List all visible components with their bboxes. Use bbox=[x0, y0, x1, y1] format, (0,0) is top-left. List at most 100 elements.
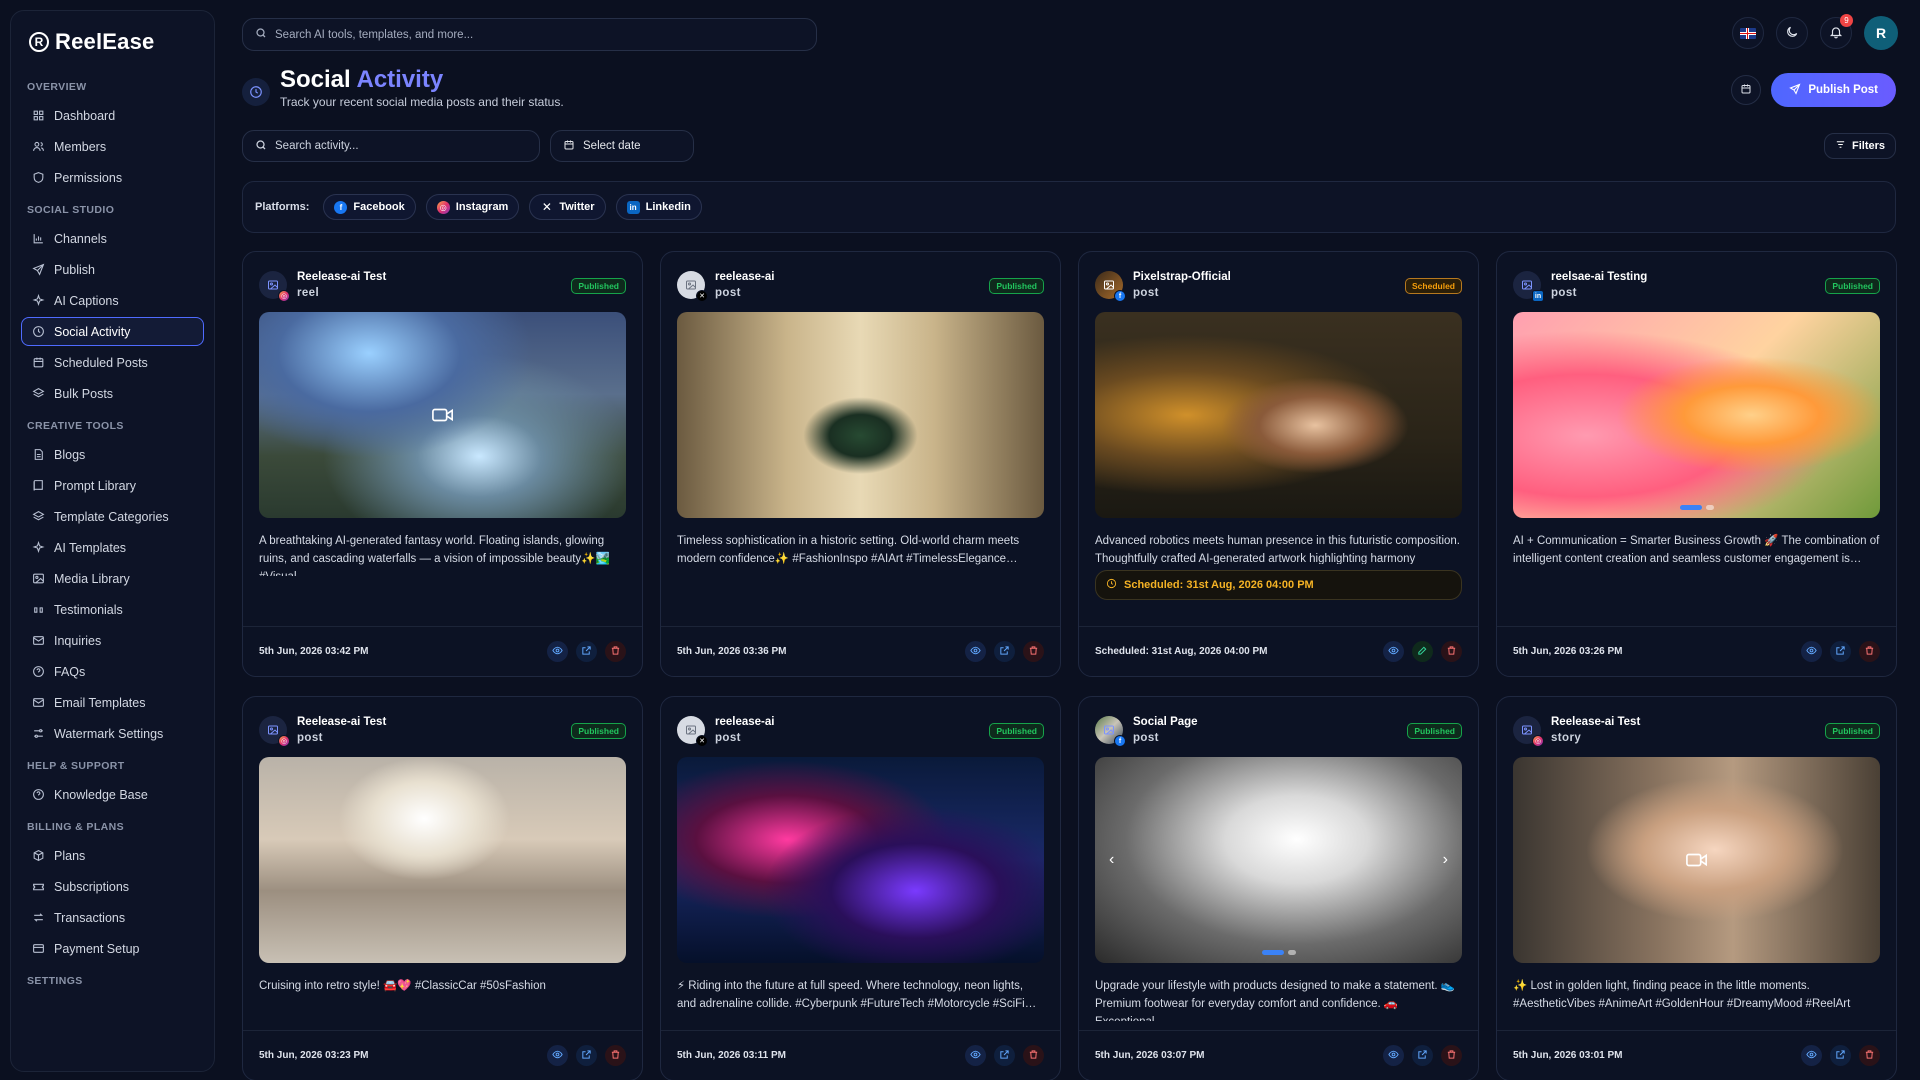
activity-search-input[interactable]: Search activity... bbox=[242, 130, 540, 162]
view-post-button[interactable] bbox=[547, 1045, 568, 1066]
platform-chip-instagram[interactable]: ◎ Instagram bbox=[425, 194, 520, 220]
carousel-dots[interactable] bbox=[1679, 505, 1714, 510]
edit-post-button[interactable] bbox=[1412, 641, 1433, 662]
filters-button[interactable]: Filters bbox=[1823, 133, 1896, 159]
theme-toggle-button[interactable] bbox=[1776, 17, 1808, 49]
send-icon bbox=[1789, 83, 1801, 98]
global-search[interactable]: Search AI tools, templates, and more... bbox=[242, 18, 817, 51]
sidebar-item-prompt-library[interactable]: Prompt Library bbox=[21, 471, 204, 500]
carousel-dots[interactable] bbox=[1261, 950, 1296, 955]
account-avatar: in bbox=[1513, 271, 1544, 302]
view-post-button[interactable] bbox=[965, 641, 986, 662]
post-media[interactable] bbox=[259, 312, 626, 518]
open-post-button[interactable] bbox=[1830, 641, 1851, 662]
account-name: Reelease-ai Test bbox=[297, 271, 387, 283]
view-post-button[interactable] bbox=[547, 641, 568, 662]
sidebar-item-channels[interactable]: Channels bbox=[21, 224, 204, 253]
sidebar-item-testimonials[interactable]: Testimonials bbox=[21, 595, 204, 624]
sidebar-item-ai-templates[interactable]: AI Templates bbox=[21, 533, 204, 562]
sidebar-item-transactions[interactable]: Transactions bbox=[21, 903, 204, 932]
delete-post-button[interactable] bbox=[1441, 641, 1462, 662]
open-post-button[interactable] bbox=[1830, 1045, 1851, 1066]
open-post-button[interactable] bbox=[994, 1045, 1015, 1066]
sidebar-item-email-templates[interactable]: Email Templates bbox=[21, 688, 204, 717]
sidebar-item-inquiries[interactable]: Inquiries bbox=[21, 626, 204, 655]
post-media[interactable] bbox=[677, 757, 1044, 963]
sidebar-item-ai-captions[interactable]: AI Captions bbox=[21, 286, 204, 315]
external-link-icon bbox=[1417, 1048, 1428, 1063]
view-post-button[interactable] bbox=[1801, 1045, 1822, 1066]
publish-post-label: Publish Post bbox=[1808, 84, 1878, 96]
users-icon bbox=[32, 140, 45, 153]
date-picker[interactable]: Select date bbox=[550, 130, 694, 162]
platform-filter-bar: Platforms: f Facebook ◎ Instagram ✕ Twit… bbox=[242, 181, 1896, 233]
account-avatar: f bbox=[1095, 271, 1126, 302]
status-badge: Published bbox=[571, 278, 626, 294]
view-post-button[interactable] bbox=[1801, 641, 1822, 662]
post-caption: A breathtaking AI-generated fantasy worl… bbox=[259, 535, 610, 576]
sidebar-item-dashboard[interactable]: Dashboard bbox=[21, 101, 204, 130]
sidebar-item-publish[interactable]: Publish bbox=[21, 255, 204, 284]
sidebar-item-label: AI Templates bbox=[54, 540, 127, 555]
post-actions bbox=[547, 641, 626, 662]
post-media[interactable] bbox=[677, 312, 1044, 518]
sidebar-item-subscriptions[interactable]: Subscriptions bbox=[21, 872, 204, 901]
platform-chip-facebook[interactable]: f Facebook bbox=[323, 194, 416, 220]
delete-post-button[interactable] bbox=[1023, 641, 1044, 662]
view-post-button[interactable] bbox=[1383, 1045, 1404, 1066]
chevron-right-icon[interactable]: › bbox=[1443, 851, 1448, 869]
open-post-button[interactable] bbox=[994, 641, 1015, 662]
search-icon bbox=[255, 27, 267, 42]
delete-post-button[interactable] bbox=[605, 1045, 626, 1066]
trash-icon bbox=[1864, 1048, 1875, 1063]
post-media[interactable] bbox=[1513, 312, 1880, 518]
calendar-button[interactable] bbox=[1731, 75, 1762, 105]
delete-post-button[interactable] bbox=[1859, 641, 1880, 662]
post-caption: Upgrade your lifestyle with products des… bbox=[1095, 980, 1456, 1021]
sidebar-item-template-categories[interactable]: Template Categories bbox=[21, 502, 204, 531]
language-button[interactable] bbox=[1732, 17, 1764, 49]
publish-post-button[interactable]: Publish Post bbox=[1771, 73, 1896, 107]
sidebar-item-plans[interactable]: Plans bbox=[21, 841, 204, 870]
chart-icon bbox=[32, 232, 45, 245]
view-post-button[interactable] bbox=[1383, 641, 1404, 662]
sidebar-nav: OVERVIEW Dashboard Members Permissions SOCIA… bbox=[21, 71, 204, 993]
status-badge: Published bbox=[1407, 723, 1462, 739]
facebook-icon: f bbox=[334, 200, 348, 214]
sidebar-item-faqs[interactable]: FAQs bbox=[21, 657, 204, 686]
open-post-button[interactable] bbox=[1412, 1045, 1433, 1066]
delete-post-button[interactable] bbox=[1859, 1045, 1880, 1066]
sidebar-item-social-activity[interactable]: Social Activity bbox=[21, 317, 204, 346]
sidebar-item-scheduled-posts[interactable]: Scheduled Posts bbox=[21, 348, 204, 377]
sidebar-item-permissions[interactable]: Permissions bbox=[21, 163, 204, 192]
sidebar-item-bulk-posts[interactable]: Bulk Posts bbox=[21, 379, 204, 408]
user-avatar[interactable]: R bbox=[1864, 16, 1898, 50]
post-card-header: ✕ reelease-ai post Published bbox=[661, 697, 1060, 747]
platform-chip-label: Facebook bbox=[353, 201, 405, 213]
platform-chip-twitter[interactable]: ✕ Twitter bbox=[529, 194, 606, 220]
sidebar-item-label: Prompt Library bbox=[54, 478, 136, 493]
platform-chip-linkedin[interactable]: in Linkedin bbox=[615, 194, 702, 220]
sidebar-item-watermark-settings[interactable]: Watermark Settings bbox=[21, 719, 204, 748]
delete-post-button[interactable] bbox=[1023, 1045, 1044, 1066]
mail-icon bbox=[32, 696, 45, 709]
sidebar-item-blogs[interactable]: Blogs bbox=[21, 440, 204, 469]
post-media[interactable] bbox=[1095, 312, 1462, 518]
view-post-button[interactable] bbox=[965, 1045, 986, 1066]
open-post-button[interactable] bbox=[576, 1045, 597, 1066]
delete-post-button[interactable] bbox=[605, 641, 626, 662]
sidebar-item-media-library[interactable]: Media Library bbox=[21, 564, 204, 593]
account-avatar: f bbox=[1095, 716, 1126, 747]
sidebar-item-knowledge-base[interactable]: Knowledge Base bbox=[21, 780, 204, 809]
page-header: Social Activity Track your recent social… bbox=[242, 66, 564, 109]
chevron-left-icon[interactable]: ‹ bbox=[1109, 851, 1114, 869]
notifications-button[interactable]: 9 bbox=[1820, 14, 1853, 49]
post-media[interactable]: ‹ › bbox=[1095, 757, 1462, 963]
sidebar-item-members[interactable]: Members bbox=[21, 132, 204, 161]
post-media[interactable] bbox=[259, 757, 626, 963]
post-media[interactable] bbox=[1513, 757, 1880, 963]
delete-post-button[interactable] bbox=[1441, 1045, 1462, 1066]
open-post-button[interactable] bbox=[576, 641, 597, 662]
sidebar-item-payment-setup[interactable]: Payment Setup bbox=[21, 934, 204, 963]
app-logo[interactable]: R ReelEase bbox=[21, 25, 204, 71]
